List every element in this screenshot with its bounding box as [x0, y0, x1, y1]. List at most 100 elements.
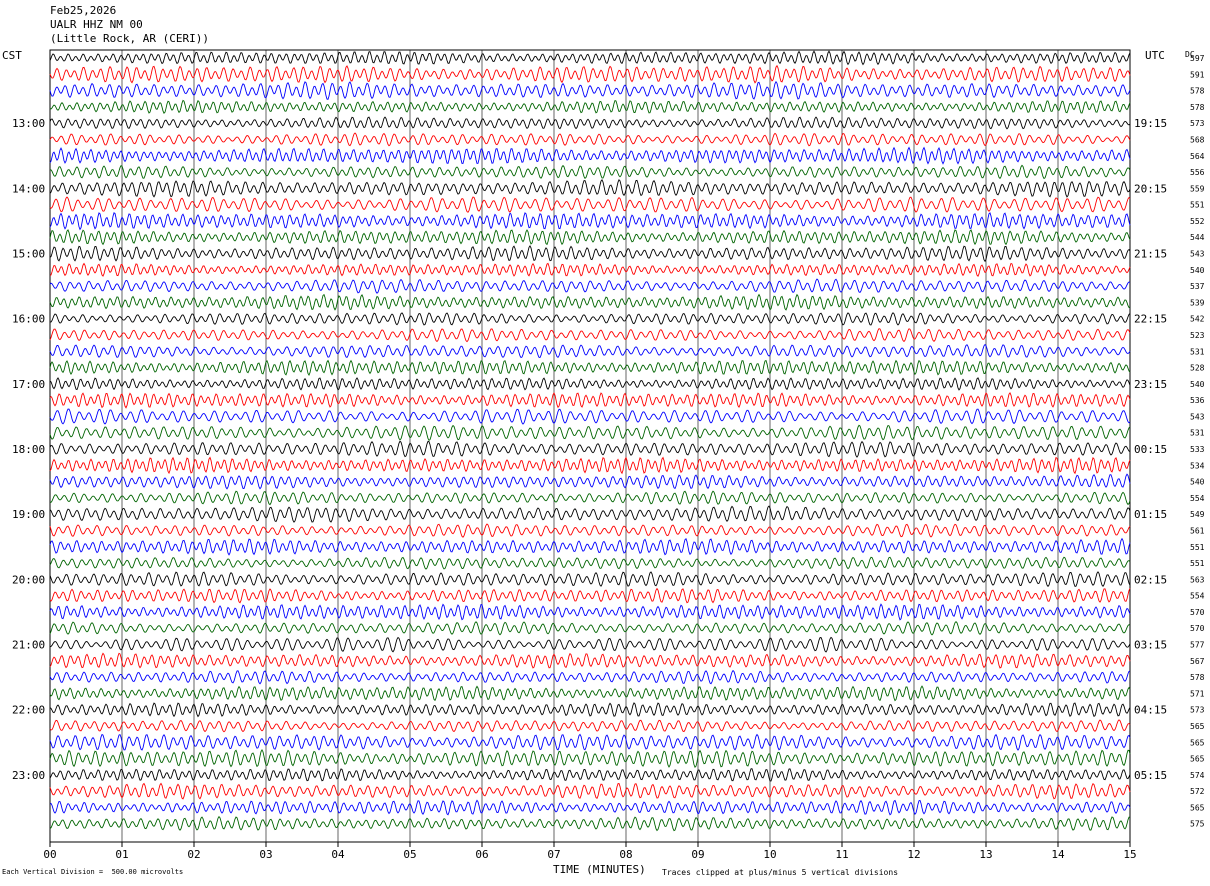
dc-offset-label: 597: [1190, 54, 1205, 63]
seismic-trace: [49, 815, 1131, 832]
x-tick-label: 14: [1051, 848, 1065, 861]
cst-hour-label: 22:00: [12, 704, 45, 717]
x-tick-label: 08: [619, 848, 632, 861]
utc-hour-label: 01:15: [1134, 508, 1167, 521]
x-tick-label: 13: [979, 848, 992, 861]
dc-offset-label: 578: [1190, 87, 1205, 96]
dc-offset-label: 571: [1190, 689, 1205, 698]
seismic-trace: [49, 620, 1131, 636]
dc-offset-label: 539: [1190, 298, 1205, 307]
dc-offset-label: 570: [1190, 624, 1205, 633]
scale-note: Each Vertical Division = 500.00 microvol…: [2, 868, 184, 876]
dc-offset-label: 554: [1190, 592, 1205, 601]
seismic-trace: [49, 685, 1131, 702]
seismic-trace: [49, 424, 1131, 442]
dc-offset-label: 543: [1190, 250, 1205, 259]
dc-offset-label: 563: [1190, 575, 1205, 584]
utc-hour-label: 03:15: [1134, 639, 1167, 652]
seismic-trace: [49, 652, 1131, 669]
dc-offset-label: 542: [1190, 315, 1205, 324]
seismic-trace: [49, 719, 1131, 733]
utc-hour-label: 23:15: [1134, 378, 1167, 391]
x-axis-title: TIME (MINUTES): [553, 863, 646, 876]
seismic-trace: [49, 312, 1131, 326]
seismic-trace: [49, 146, 1131, 165]
seismic-trace: [49, 99, 1131, 115]
seismic-trace: [49, 768, 1131, 782]
utc-hour-label: 21:15: [1134, 248, 1167, 261]
dc-offset-label: 533: [1190, 445, 1205, 454]
dc-offset-label: 573: [1190, 119, 1205, 128]
x-tick-label: 02: [187, 848, 200, 861]
cst-hour-label: 16:00: [12, 313, 45, 326]
dc-offset-label: 559: [1190, 184, 1205, 193]
seismic-trace: [49, 456, 1131, 475]
seismic-trace: [49, 391, 1131, 409]
seismic-trace: [49, 262, 1131, 278]
dc-offset-label: 574: [1190, 771, 1205, 780]
dc-offset-label: 564: [1190, 152, 1205, 161]
dc-offset-label: 591: [1190, 70, 1205, 79]
x-tick-label: 12: [907, 848, 920, 861]
dc-offset-label: 578: [1190, 673, 1205, 682]
seismic-trace: [49, 702, 1131, 718]
x-tick-label: 09: [691, 848, 704, 861]
seismic-trace: [49, 799, 1131, 816]
clip-note: Traces clipped at plus/minus 5 vertical …: [662, 868, 899, 877]
seismic-trace: [49, 50, 1131, 66]
dc-offset-label: 554: [1190, 494, 1205, 503]
utc-hour-label: 00:15: [1134, 443, 1167, 456]
seismic-trace: [49, 116, 1131, 130]
dc-offset-label: 577: [1190, 641, 1205, 650]
dc-offset-label: 578: [1190, 103, 1205, 112]
seismic-trace: [49, 64, 1131, 84]
dc-offset-label: 570: [1190, 608, 1205, 617]
seismic-trace: [49, 537, 1131, 556]
seismic-trace: [49, 245, 1131, 263]
cst-hour-label: 18:00: [12, 443, 45, 456]
dc-offset-label: 537: [1190, 282, 1205, 291]
cst-hour-label: 20:00: [12, 573, 45, 586]
cst-hour-label: 17:00: [12, 378, 45, 391]
x-tick-label: 05: [403, 848, 416, 861]
seismic-trace: [49, 505, 1131, 523]
dc-offset-label: 567: [1190, 657, 1205, 666]
utc-hour-label: 22:15: [1134, 313, 1167, 326]
cst-hour-label: 15:00: [12, 248, 45, 261]
seismic-trace: [49, 132, 1131, 147]
dc-offset-label: 552: [1190, 217, 1205, 226]
x-tick-label: 10: [763, 848, 776, 861]
dc-offset-label: 540: [1190, 266, 1205, 275]
seismic-trace: [49, 490, 1131, 506]
x-tick-label: 07: [547, 848, 560, 861]
seismic-trace: [49, 377, 1131, 391]
x-tick-label: 01: [115, 848, 128, 861]
dc-offset-label: 568: [1190, 135, 1205, 144]
seismic-trace: [49, 636, 1131, 653]
dc-offset-label: 565: [1190, 803, 1205, 812]
cst-hour-label: 21:00: [12, 639, 45, 652]
seismic-trace: [49, 212, 1131, 231]
cst-hour-label: 14:00: [12, 182, 45, 195]
seismic-trace: [49, 669, 1131, 685]
cst-hour-label: 19:00: [12, 508, 45, 521]
seismic-trace: [49, 440, 1131, 458]
utc-hour-label: 02:15: [1134, 573, 1167, 586]
dc-offset-label: 534: [1190, 461, 1205, 470]
dc-offset-label: 543: [1190, 412, 1205, 421]
dc-offset-label: 565: [1190, 722, 1205, 731]
x-tick-label: 00: [43, 848, 56, 861]
dc-offset-label: 531: [1190, 429, 1205, 438]
seismic-trace: [49, 179, 1131, 198]
x-tick-label: 06: [475, 848, 488, 861]
seismic-trace: [49, 556, 1131, 570]
seismic-trace: [49, 359, 1131, 376]
utc-hour-label: 19:15: [1134, 117, 1167, 130]
dc-offset-label: 551: [1190, 559, 1205, 568]
helicorder-plot: 00 01 02 03 04 05 06 07 08 09 10 11 12 13 14 15 597 591 57…: [12, 49, 1205, 861]
seismic-trace: [49, 80, 1131, 100]
x-tick-label: 04: [331, 848, 345, 861]
dc-offset-label: 575: [1190, 820, 1205, 829]
seismic-trace: [49, 571, 1131, 588]
dc-offset-label: 528: [1190, 364, 1205, 373]
